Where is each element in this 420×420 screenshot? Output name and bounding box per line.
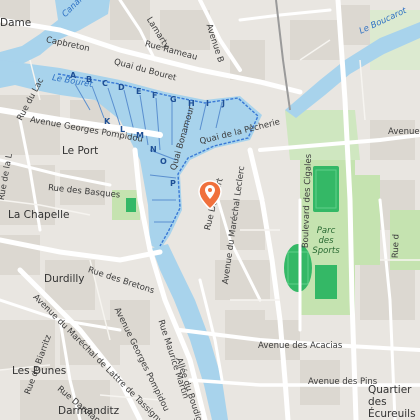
pontoon-letter: C bbox=[102, 79, 108, 88]
parc-des-sports-text: Parc des Sports bbox=[312, 226, 340, 256]
label-la-chapelle: La Chapelle bbox=[8, 209, 70, 221]
label-darmanditz: Darmanditz bbox=[58, 405, 120, 417]
pontoon-letter: G bbox=[170, 95, 177, 104]
map-canvas[interactable]: Dame Canal Le Boucarot Capbreton Lamarty… bbox=[0, 0, 420, 420]
pontoon-letter: A bbox=[70, 71, 77, 80]
pontoon-letter: P bbox=[170, 179, 176, 188]
pontoon-letter: F bbox=[152, 91, 158, 100]
label-quartier-ecureuils: Quartier des Écureuils bbox=[368, 384, 420, 420]
pontoon-letter: M bbox=[136, 131, 144, 140]
label-avenue-des-pins: Avenue des Pins bbox=[308, 377, 378, 387]
location-pin-glyph bbox=[198, 180, 222, 210]
label-avenue-top-right: Avenue bbox=[388, 127, 420, 137]
label-durdilly: Durdilly bbox=[44, 273, 85, 285]
pontoon-letter: L bbox=[120, 125, 126, 134]
label-rue-right: Rue d bbox=[390, 233, 402, 259]
pontoon-letter: O bbox=[160, 157, 167, 166]
label-dame: Dame bbox=[0, 17, 32, 29]
pontoon-letter: E bbox=[136, 87, 142, 96]
pontoon-letter: N bbox=[150, 145, 157, 154]
pontoon-letter: J bbox=[222, 99, 225, 108]
label-avenue-acacias: Avenue des Acacias bbox=[258, 341, 343, 351]
label-parc-des-sports: Parc des Sports bbox=[308, 226, 344, 256]
location-pin-icon[interactable] bbox=[198, 180, 222, 210]
pontoon-letter: D bbox=[118, 83, 125, 92]
label-le-port: Le Port bbox=[62, 145, 99, 157]
pontoon-letter: H bbox=[188, 99, 195, 108]
quartier-ecureuils-text: Quartier des Écureuils bbox=[368, 384, 416, 420]
pontoon-letter: K bbox=[104, 117, 111, 126]
pontoon-letter: I bbox=[206, 99, 209, 108]
pontoon-letter: B bbox=[86, 75, 93, 84]
